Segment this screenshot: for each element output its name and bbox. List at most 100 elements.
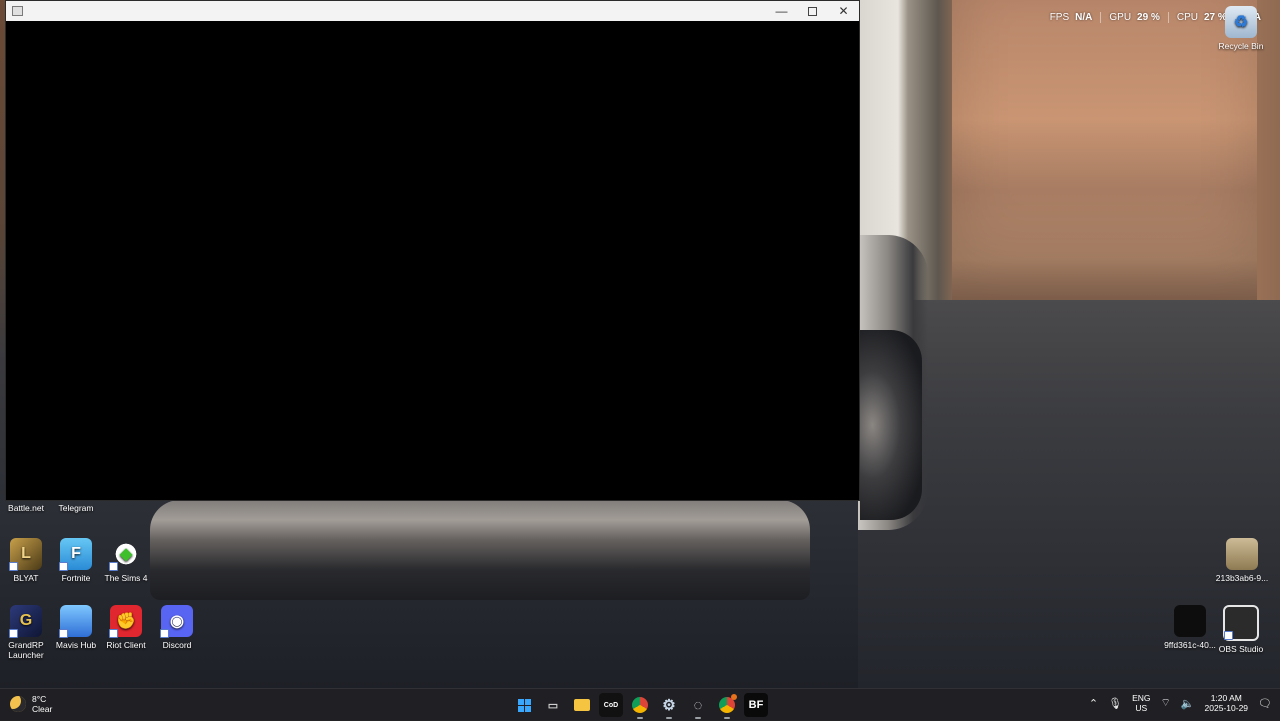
desktop-icon-sims4[interactable]: ◆ The Sims 4	[100, 538, 152, 583]
task-view-icon: ▭	[547, 699, 559, 712]
desktop-icon-obs-studio[interactable]: OBS Studio	[1215, 605, 1267, 654]
language-code: ENG	[1132, 693, 1151, 703]
desktop-icon-label: OBS Studio	[1218, 644, 1264, 654]
shortcut-arrow-icon	[160, 629, 169, 638]
chrome-button[interactable]	[628, 693, 652, 719]
microphone-icon[interactable]: 🎙	[1108, 697, 1122, 710]
settings-button[interactable]: ⚙	[657, 693, 681, 719]
desktop-icon-discord[interactable]: ◉ Discord	[151, 605, 203, 650]
wallpaper-car	[150, 500, 810, 600]
obs-icon	[1223, 605, 1259, 641]
battlefield-button[interactable]: BF	[744, 693, 768, 717]
speaker-icon[interactable]: 🔈	[1181, 697, 1195, 710]
image-file-icon	[1226, 538, 1258, 570]
desktop-icon-mavis-hub[interactable]: Mavis Hub	[50, 605, 102, 650]
desktop-icon-label: Fortnite	[61, 573, 91, 583]
desktop-icon-blyat[interactable]: L BLYAT	[0, 538, 52, 583]
desktop-icon-image-2[interactable]: 9ffd361c-40...	[1162, 605, 1218, 650]
window-titlebar[interactable]: — ✕	[6, 1, 859, 21]
grandrp-glyph: G	[19, 612, 33, 629]
league-icon: L	[9, 538, 42, 571]
language-indicator[interactable]: ENG US	[1132, 693, 1150, 713]
desktop-icon-image-1[interactable]: 213b3ab6-9...	[1214, 538, 1270, 583]
shortcut-arrow-icon	[9, 562, 18, 571]
windows-logo-icon	[517, 698, 531, 712]
desktop-icon-label: Discord	[162, 640, 192, 650]
league-glyph: L	[21, 545, 31, 562]
gpu-stat: GPU 29 %	[1100, 12, 1167, 23]
fps-stat: FPS N/A	[1042, 12, 1101, 23]
weather-condition: Clear	[32, 704, 53, 714]
app-window-icon	[12, 6, 23, 16]
shortcut-arrow-icon	[109, 562, 118, 571]
riot-client-icon: ✊	[109, 605, 142, 638]
gpu-value: 29 %	[1137, 12, 1160, 23]
shortcut-arrow-icon	[9, 629, 18, 638]
desktop-icon-riot-client[interactable]: ✊ Riot Client	[100, 605, 152, 650]
image-file-icon	[1174, 605, 1206, 637]
discord-icon: ◉	[160, 605, 193, 638]
desktop-icon-label: Telegram	[58, 503, 94, 513]
weather-widget[interactable]: 8°C Clear	[10, 694, 52, 714]
maximize-button[interactable]	[797, 1, 828, 21]
start-button[interactable]	[512, 693, 536, 717]
desktop-icon-label: Mavis Hub	[55, 640, 97, 650]
plumbob-glyph: ◆	[119, 546, 133, 563]
window-content[interactable]	[6, 21, 859, 499]
mavis-hub-icon	[59, 605, 92, 638]
sims-icon: ◆	[109, 538, 142, 571]
desktop-icon-label: GrandRP Launcher	[8, 640, 44, 660]
clock[interactable]: 1:20 AM 2025-10-29	[1205, 693, 1248, 713]
riot-glyph: ✊	[116, 613, 136, 630]
fps-label: FPS	[1049, 12, 1070, 23]
weather-text: 8°C Clear	[32, 694, 52, 714]
desktop-icon-label: 213b3ab6-9...	[1215, 573, 1269, 583]
fps-value: N/A	[1075, 12, 1093, 23]
minimize-button[interactable]: —	[766, 1, 797, 21]
shortcut-arrow-icon	[1224, 631, 1233, 640]
wallpaper-wheel	[860, 330, 922, 520]
shortcut-arrow-icon	[59, 629, 68, 638]
gpu-label: GPU	[1109, 12, 1132, 23]
maximize-icon	[808, 7, 817, 17]
system-tray: ⌃ 🎙 ENG US ⌔ 🔈 1:20 AM 2025-10-29 🗨	[1089, 693, 1272, 713]
fortnite-icon: F	[59, 538, 92, 571]
moon-icon	[10, 696, 26, 712]
close-button[interactable]: ✕	[828, 1, 859, 21]
region-code: US	[1135, 703, 1148, 713]
clock-time: 1:20 AM	[1210, 693, 1242, 703]
desktop-icon-recycle-bin[interactable]: ♻ Recycle Bin	[1215, 6, 1267, 51]
taskbar: 8°C Clear ▭ CoD ⚙ ◌ BF ⌃ 🎙 ENG US ⌔ 🔈 1:…	[0, 688, 1280, 721]
desktop-icon-label: The Sims 4	[104, 573, 148, 583]
grandrp-icon: G	[9, 605, 42, 638]
desktop-icon-label: Battle.net	[8, 503, 44, 513]
cpu-label: CPU	[1176, 12, 1198, 23]
task-view-button[interactable]: ▭	[541, 693, 565, 717]
wifi-icon[interactable]: ⌔	[1161, 696, 1171, 710]
recycle-bin-icon: ♻	[1225, 6, 1257, 38]
desktop-icon-fortnite[interactable]: F Fortnite	[50, 538, 102, 583]
circle-app-button[interactable]: ◌	[686, 693, 710, 719]
desktop-icon-grandrp[interactable]: G GrandRP Launcher	[0, 605, 52, 660]
desktop-icon-label: BLYAT	[13, 573, 39, 583]
wallpaper-pillar	[952, 0, 1257, 302]
notification-badge	[731, 694, 737, 700]
chevron-up-icon[interactable]: ⌃	[1089, 697, 1098, 710]
desktop-icon-label: Riot Client	[106, 640, 146, 650]
file-explorer-button[interactable]	[570, 693, 594, 717]
desktop-icon-label: Recycle Bin	[1218, 41, 1264, 51]
shortcut-arrow-icon	[109, 629, 118, 638]
app-window[interactable]: — ✕	[5, 0, 860, 501]
chrome-icon	[632, 697, 648, 713]
discord-glyph: ◉	[170, 613, 184, 630]
circle-app-icon: ◌	[693, 696, 703, 714]
clock-date: 2025-10-29	[1204, 703, 1249, 713]
chrome-profile-button[interactable]	[715, 693, 739, 719]
weather-temp: 8°C	[32, 694, 47, 704]
taskbar-apps: ▭ CoD ⚙ ◌ BF	[512, 693, 768, 719]
desktop-icon-label: 9ffd361c-40...	[1164, 640, 1216, 650]
call-of-duty-button[interactable]: CoD	[599, 693, 623, 717]
fortnite-glyph: F	[71, 545, 81, 562]
call-of-duty-icon: CoD	[603, 701, 619, 709]
notifications-icon[interactable]: 🗨	[1258, 697, 1272, 710]
